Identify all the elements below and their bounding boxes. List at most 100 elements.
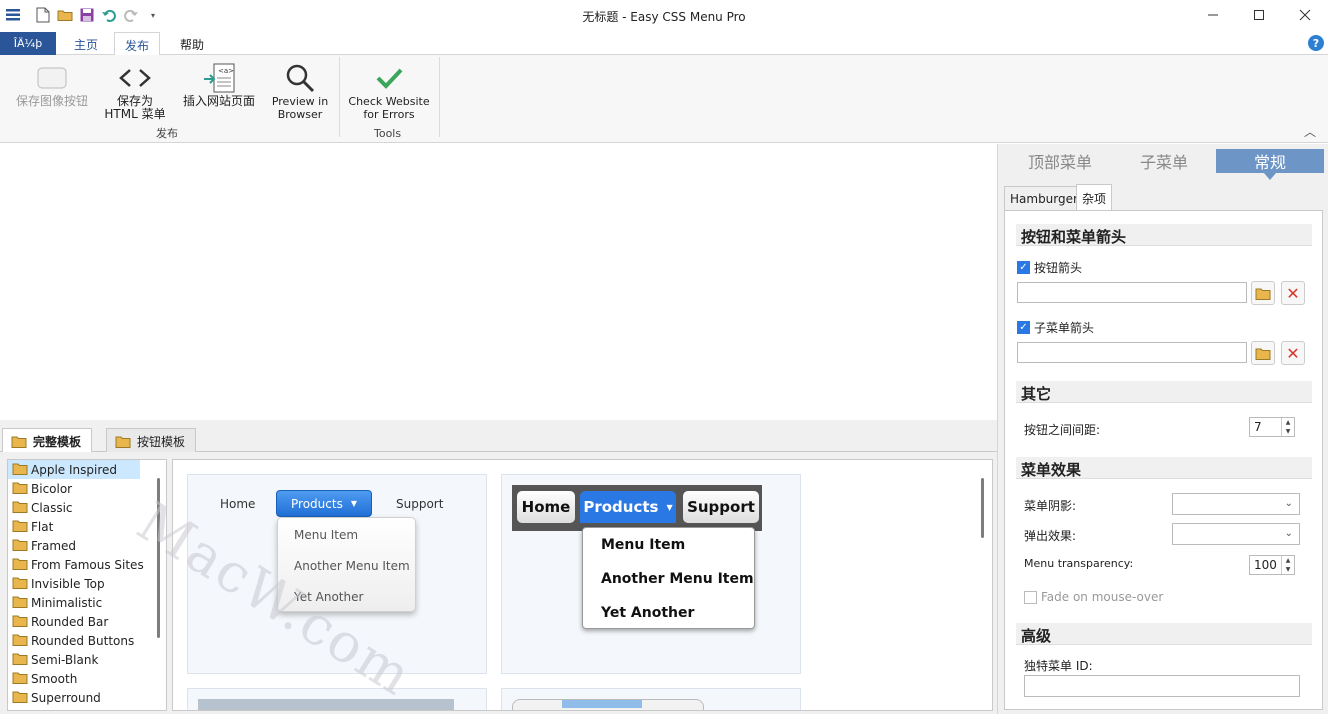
- folder-icon: [12, 538, 28, 554]
- preview-products: Products ▼: [580, 491, 676, 523]
- stepper-arrows-icon[interactable]: ▲ ▼: [1281, 418, 1294, 436]
- close-icon[interactable]: [1282, 0, 1328, 30]
- transparency-label: Menu transparency:: [1024, 557, 1134, 570]
- template-tree-item[interactable]: Semi-Blank: [8, 650, 166, 669]
- property-top-tabs: 顶部菜单 子菜单 常规: [998, 149, 1328, 180]
- menu-preview-area: [0, 144, 997, 420]
- shadow-select[interactable]: ⌄: [1172, 493, 1300, 515]
- help-question-icon[interactable]: ?: [1308, 35, 1324, 51]
- template-tabs: 完整模板 按钮模板: [0, 420, 997, 453]
- preview-menu-bar: [198, 699, 454, 710]
- template-tree-item-label: Rounded Buttons: [31, 633, 135, 648]
- maximize-icon[interactable]: [1236, 0, 1282, 30]
- template-gallery[interactable]: Home Products ▼ Support Menu Item Anothe…: [172, 459, 993, 711]
- template-tree-item-label: Smooth: [31, 671, 78, 686]
- check-label-2: for Errors: [363, 108, 415, 121]
- template-tree-item-label: Apple Inspired: [31, 462, 117, 477]
- template-thumbnail[interactable]: Home Products ▼ Support Menu Item Anothe…: [501, 474, 801, 674]
- template-tree-item-label: Bicolor: [31, 481, 73, 496]
- template-body: Apple Inspired Bicolor Classic Flat Framed Fr…: [0, 452, 997, 714]
- ribbon-tab-row: ÎÄ¼þ 主页 发布 帮助 ?: [0, 32, 1328, 56]
- template-tree-item-label: Framed: [31, 538, 77, 553]
- save-image-buttons-label: 保存图像按钮: [15, 94, 88, 108]
- folder-icon: [12, 500, 28, 516]
- popup-label: 弹出效果:: [1024, 529, 1077, 543]
- save-html-menu-button[interactable]: 保存为 HTML 菜单: [100, 61, 170, 121]
- submenu-arrow-checkbox[interactable]: ✓ 子菜单箭头: [1017, 319, 1094, 336]
- gallery-scrollbar[interactable]: [981, 478, 984, 538]
- template-tree-item-label: Rounded Bar: [31, 614, 109, 629]
- browse-folder-icon[interactable]: [1251, 281, 1275, 305]
- transparency-value: 100: [1254, 558, 1277, 572]
- preview-support: Support: [396, 497, 444, 511]
- fade-label: Fade on mouse-over: [1041, 590, 1164, 604]
- save-html-label-2: HTML 菜单: [104, 107, 166, 121]
- spacing-stepper[interactable]: 7 ▲ ▼: [1249, 417, 1295, 437]
- folder-icon: [12, 595, 28, 611]
- template-thumbnail[interactable]: [501, 688, 801, 710]
- template-tree-item[interactable]: Rounded Bar: [8, 612, 166, 631]
- tab-help[interactable]: 帮助: [170, 32, 214, 55]
- preview-in-browser-button[interactable]: Preview in Browser: [266, 61, 334, 121]
- template-tree-item[interactable]: From Famous Sites: [8, 555, 166, 574]
- template-tree-item[interactable]: Classic: [8, 498, 166, 517]
- preview-highlight: [562, 700, 642, 708]
- popup-select[interactable]: ⌄: [1172, 523, 1300, 545]
- browse-folder-icon[interactable]: [1251, 341, 1275, 365]
- collapse-ribbon-icon[interactable]: ︿: [1304, 123, 1316, 140]
- tab-misc[interactable]: 杂项: [1076, 184, 1113, 211]
- tab-full-templates[interactable]: 完整模板: [2, 428, 93, 453]
- tab-general[interactable]: 常规: [1216, 149, 1324, 180]
- template-tree-item[interactable]: Invisible Top: [8, 574, 166, 593]
- code-brackets-icon: [100, 61, 170, 95]
- tab-submenu[interactable]: 子菜单: [1112, 149, 1216, 173]
- transparency-stepper[interactable]: 100 ▲ ▼: [1249, 555, 1295, 575]
- preview-label-2: Browser: [277, 108, 323, 121]
- minimize-icon[interactable]: [1190, 0, 1236, 30]
- tab-publish[interactable]: 发布: [114, 32, 161, 56]
- fade-checkbox[interactable]: Fade on mouse-over: [1024, 590, 1163, 604]
- magnifier-icon: [266, 61, 334, 95]
- tab-button-templates-label: 按钮模板: [137, 435, 186, 449]
- tab-top-menu[interactable]: 顶部菜单: [1008, 149, 1112, 173]
- properties-panel: 顶部菜单 子菜单 常规 Hamburger 杂项 按钮和菜单箭头 ✓ 按钮箭头 …: [997, 144, 1328, 714]
- tab-home[interactable]: 主页: [64, 32, 108, 55]
- chevron-down-icon: ⌄: [1284, 528, 1293, 539]
- stepper-arrows-icon[interactable]: ▲ ▼: [1281, 556, 1294, 574]
- button-arrow-path-field[interactable]: [1017, 282, 1247, 303]
- folder-icon: [12, 671, 28, 687]
- template-tree-item[interactable]: Bicolor: [8, 479, 166, 498]
- template-tree-item[interactable]: Superround: [8, 688, 166, 707]
- template-thumbnail[interactable]: [187, 688, 487, 710]
- template-tree[interactable]: Apple Inspired Bicolor Classic Flat Framed Fr…: [7, 459, 167, 711]
- tab-file[interactable]: ÎÄ¼þ: [0, 32, 56, 55]
- insert-web-page-button[interactable]: <a> 插入网站页面: [176, 61, 262, 108]
- tab-hamburger[interactable]: Hamburger: [1004, 186, 1084, 210]
- template-thumbnail[interactable]: Home Products ▼ Support Menu Item Anothe…: [187, 474, 487, 674]
- template-tree-item[interactable]: Flat: [8, 517, 166, 536]
- menu-id-field[interactable]: [1024, 675, 1300, 697]
- template-tree-item[interactable]: Minimalistic: [8, 593, 166, 612]
- folder-icon: [12, 462, 28, 478]
- template-tree-item[interactable]: Apple Inspired: [8, 460, 140, 479]
- clear-x-icon[interactable]: ✕: [1281, 281, 1305, 305]
- clear-x-icon[interactable]: ✕: [1281, 341, 1305, 365]
- submenu-arrow-path-field[interactable]: [1017, 342, 1247, 363]
- window-title: 无标题 - Easy CSS Menu Pro: [582, 10, 746, 24]
- template-tree-item[interactable]: Framed: [8, 536, 166, 555]
- spacing-label: 按钮之间间距:: [1024, 423, 1101, 437]
- save-image-buttons-button[interactable]: 保存图像按钮: [8, 61, 96, 108]
- template-tree-item[interactable]: Smooth: [8, 669, 166, 688]
- tab-button-templates[interactable]: 按钮模板: [106, 428, 197, 452]
- ribbon-panel: 保存图像按钮 保存为 HTML 菜单 <a> 插入网站页面 Preview in…: [0, 55, 1328, 143]
- checkmark-icon: [346, 61, 432, 95]
- button-arrow-checkbox[interactable]: ✓ 按钮箭头: [1017, 259, 1082, 276]
- check-label-1: Check Website: [348, 95, 430, 108]
- folder-icon: [11, 435, 27, 451]
- section-arrows: 按钮和菜单箭头: [1016, 224, 1312, 246]
- folder-icon: [12, 557, 28, 573]
- folder-icon: [12, 652, 28, 668]
- check-website-button[interactable]: Check Website for Errors: [346, 61, 432, 121]
- dropdown-arrow-icon: ▼: [666, 502, 673, 512]
- template-tree-item[interactable]: Rounded Buttons: [8, 631, 166, 650]
